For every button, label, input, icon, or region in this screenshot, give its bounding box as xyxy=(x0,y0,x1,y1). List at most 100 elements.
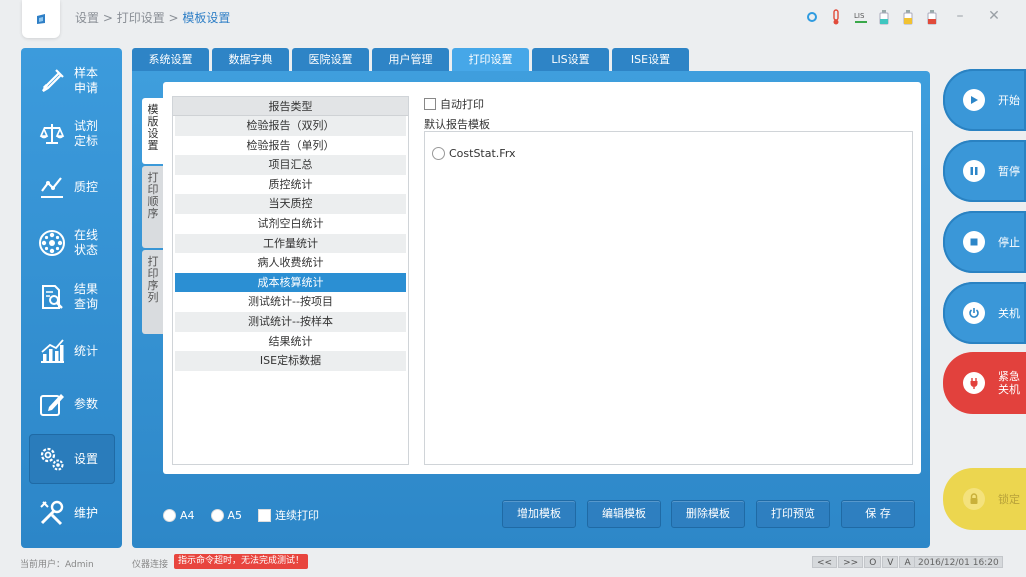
tab-user-management[interactable]: 用户管理 xyxy=(372,48,449,71)
a4-radio[interactable] xyxy=(163,508,176,522)
auto-print-option[interactable]: 自动打印 xyxy=(424,96,484,112)
lock-icon xyxy=(963,488,985,510)
wrench-icon xyxy=(35,496,69,530)
pager-controls: << >> O V A xyxy=(812,556,916,568)
pager-first-button[interactable]: << xyxy=(812,556,838,568)
pager-v-button[interactable]: V xyxy=(882,556,899,568)
sidebar-item-parameters[interactable]: 参数 xyxy=(21,379,122,429)
sidebar-item-sample-request[interactable]: 样本申请 xyxy=(21,56,122,106)
result-search-icon xyxy=(35,280,69,314)
sidebar-item-label: 结果查询 xyxy=(74,282,99,311)
tab-hospital-settings[interactable]: 医院设置 xyxy=(292,48,369,71)
sidebar-item-label: 样本申请 xyxy=(74,66,99,95)
power-icon xyxy=(963,302,985,324)
stop-button[interactable]: 停止 xyxy=(943,211,1026,273)
list-item[interactable]: 测试统计--按项目 xyxy=(175,292,406,312)
error-message: 指示命令超时，无法完成测试！ xyxy=(174,554,309,569)
reagent-bottle-yellow-icon xyxy=(901,9,915,25)
tab-print-settings[interactable]: 打印设置 xyxy=(452,48,529,71)
sidebar-item-label: 统计 xyxy=(74,343,99,358)
status-bar: 当前用户：Admin 仪器连接 指示命令超时，无法完成测试！ << >> O V… xyxy=(0,552,1026,577)
print-preview-button[interactable]: 打印预览 xyxy=(756,500,830,528)
sidebar-item-label: 参数 xyxy=(74,396,99,411)
minimize-button[interactable]: – xyxy=(952,8,968,24)
play-icon xyxy=(963,89,985,111)
stop-icon xyxy=(963,231,985,253)
template-option[interactable]: CostStat.Frx xyxy=(432,147,516,160)
lock-button[interactable]: 锁定 xyxy=(943,468,1026,530)
sidebar-item-qc[interactable]: 质控 xyxy=(21,162,122,212)
list-item[interactable]: 当天质控 xyxy=(175,194,406,214)
gear-icon xyxy=(35,442,69,476)
template-radio[interactable] xyxy=(432,147,445,160)
svg-text:LIS: LIS xyxy=(854,12,865,20)
qc-line-icon xyxy=(35,170,69,204)
list-item[interactable]: 检验报告（单列） xyxy=(175,136,406,156)
tab-data-dictionary[interactable]: 数据字典 xyxy=(212,48,289,71)
window-controls: – ✕ xyxy=(952,8,1002,24)
pager-o-button[interactable]: O xyxy=(864,556,882,568)
emergency-shutdown-button[interactable]: 紧急关机 xyxy=(943,352,1026,414)
sidebar-item-statistics[interactable]: 统计 xyxy=(21,326,122,376)
tab-lis-settings[interactable]: LIS设置 xyxy=(532,48,609,71)
tab-ise-settings[interactable]: ISE设置 xyxy=(612,48,689,71)
breadcrumb-settings[interactable]: 设置 xyxy=(75,11,99,25)
pager-last-button[interactable]: >> xyxy=(838,556,864,568)
report-type-header: 报告类型 xyxy=(173,97,408,116)
paper-options: A4 A5 连续打印 xyxy=(163,507,319,523)
thermometer-icon xyxy=(829,9,843,25)
list-item-selected[interactable]: 成本核算统计 xyxy=(175,272,406,293)
pause-icon xyxy=(963,160,985,182)
breadcrumb-current: 模板设置 xyxy=(182,11,231,25)
a4-label: A4 xyxy=(180,508,195,522)
list-item[interactable]: 检验报告（双列） xyxy=(175,116,406,136)
sidebar-item-label: 在线状态 xyxy=(74,228,99,257)
template-list: CostStat.Frx xyxy=(424,131,913,465)
auto-print-label: 自动打印 xyxy=(440,98,484,111)
edit-param-icon xyxy=(35,387,69,421)
sidebar-item-label: 试剂定标 xyxy=(74,119,99,148)
sidebar-item-label: 设置 xyxy=(74,451,99,466)
power-dot-icon xyxy=(805,9,819,25)
close-button[interactable]: ✕ xyxy=(986,8,1002,24)
list-item[interactable]: 测试统计--按样本 xyxy=(175,311,406,332)
status-icons: LIS xyxy=(805,9,939,25)
sidebar-item-online-status[interactable]: 在线状态 xyxy=(21,218,122,268)
list-item[interactable]: 项目汇总 xyxy=(175,155,406,175)
list-item[interactable]: 试剂空白统计 xyxy=(175,214,406,234)
list-item[interactable]: ISE定标数据 xyxy=(175,351,406,371)
breadcrumb: 设置 > 打印设置 > 模板设置 xyxy=(75,11,231,25)
list-item[interactable]: 工作量统计 xyxy=(175,233,406,254)
sample-tube-icon xyxy=(35,64,69,98)
sidebar-item-settings[interactable]: 设置 xyxy=(29,434,115,484)
delete-template-button[interactable]: 删除模板 xyxy=(671,500,745,528)
tab-system-settings[interactable]: 系统设置 xyxy=(132,48,209,71)
sidebar-item-label: 维护 xyxy=(74,505,99,520)
edit-template-button[interactable]: 编辑模板 xyxy=(587,500,661,528)
list-item[interactable]: 结果统计 xyxy=(175,332,406,352)
pause-button[interactable]: 暂停 xyxy=(943,140,1026,202)
add-template-button[interactable]: 增加模板 xyxy=(502,500,576,528)
continuous-print-checkbox[interactable] xyxy=(258,508,272,522)
breadcrumb-print-settings[interactable]: 打印设置 xyxy=(117,11,165,25)
auto-print-checkbox[interactable] xyxy=(424,98,436,110)
sidebar-item-result-query[interactable]: 结果查询 xyxy=(21,272,122,322)
save-button[interactable]: 保 存 xyxy=(841,500,915,528)
plug-icon xyxy=(963,372,985,394)
a5-radio[interactable] xyxy=(210,508,224,522)
start-button[interactable]: 开始 xyxy=(943,69,1026,131)
a5-label: A5 xyxy=(227,508,243,522)
vtab-template-settings[interactable]: 模版设置 xyxy=(142,98,164,164)
vtab-print-sequence[interactable]: 打印序列 xyxy=(142,250,164,334)
vtab-print-order[interactable]: 打印顺序 xyxy=(142,166,164,248)
lis-link-icon: LIS xyxy=(853,9,867,25)
title-bar: 设置 > 打印设置 > 模板设置 LIS – ✕ xyxy=(0,0,1026,38)
bar-chart-icon xyxy=(35,334,69,368)
shutdown-button[interactable]: 关机 xyxy=(943,282,1026,344)
sidebar: 样本申请 试剂定标 质控 在线状态 结果查询 统计 参数 设置 维护 xyxy=(21,48,122,548)
sidebar-item-reagent-calibration[interactable]: 试剂定标 xyxy=(21,109,122,159)
sidebar-item-maintenance[interactable]: 维护 xyxy=(21,488,122,538)
datetime-display: 2016/12/01 16:20 xyxy=(914,556,1003,568)
list-item[interactable]: 病人收费统计 xyxy=(175,253,406,273)
list-item[interactable]: 质控统计 xyxy=(175,175,406,195)
